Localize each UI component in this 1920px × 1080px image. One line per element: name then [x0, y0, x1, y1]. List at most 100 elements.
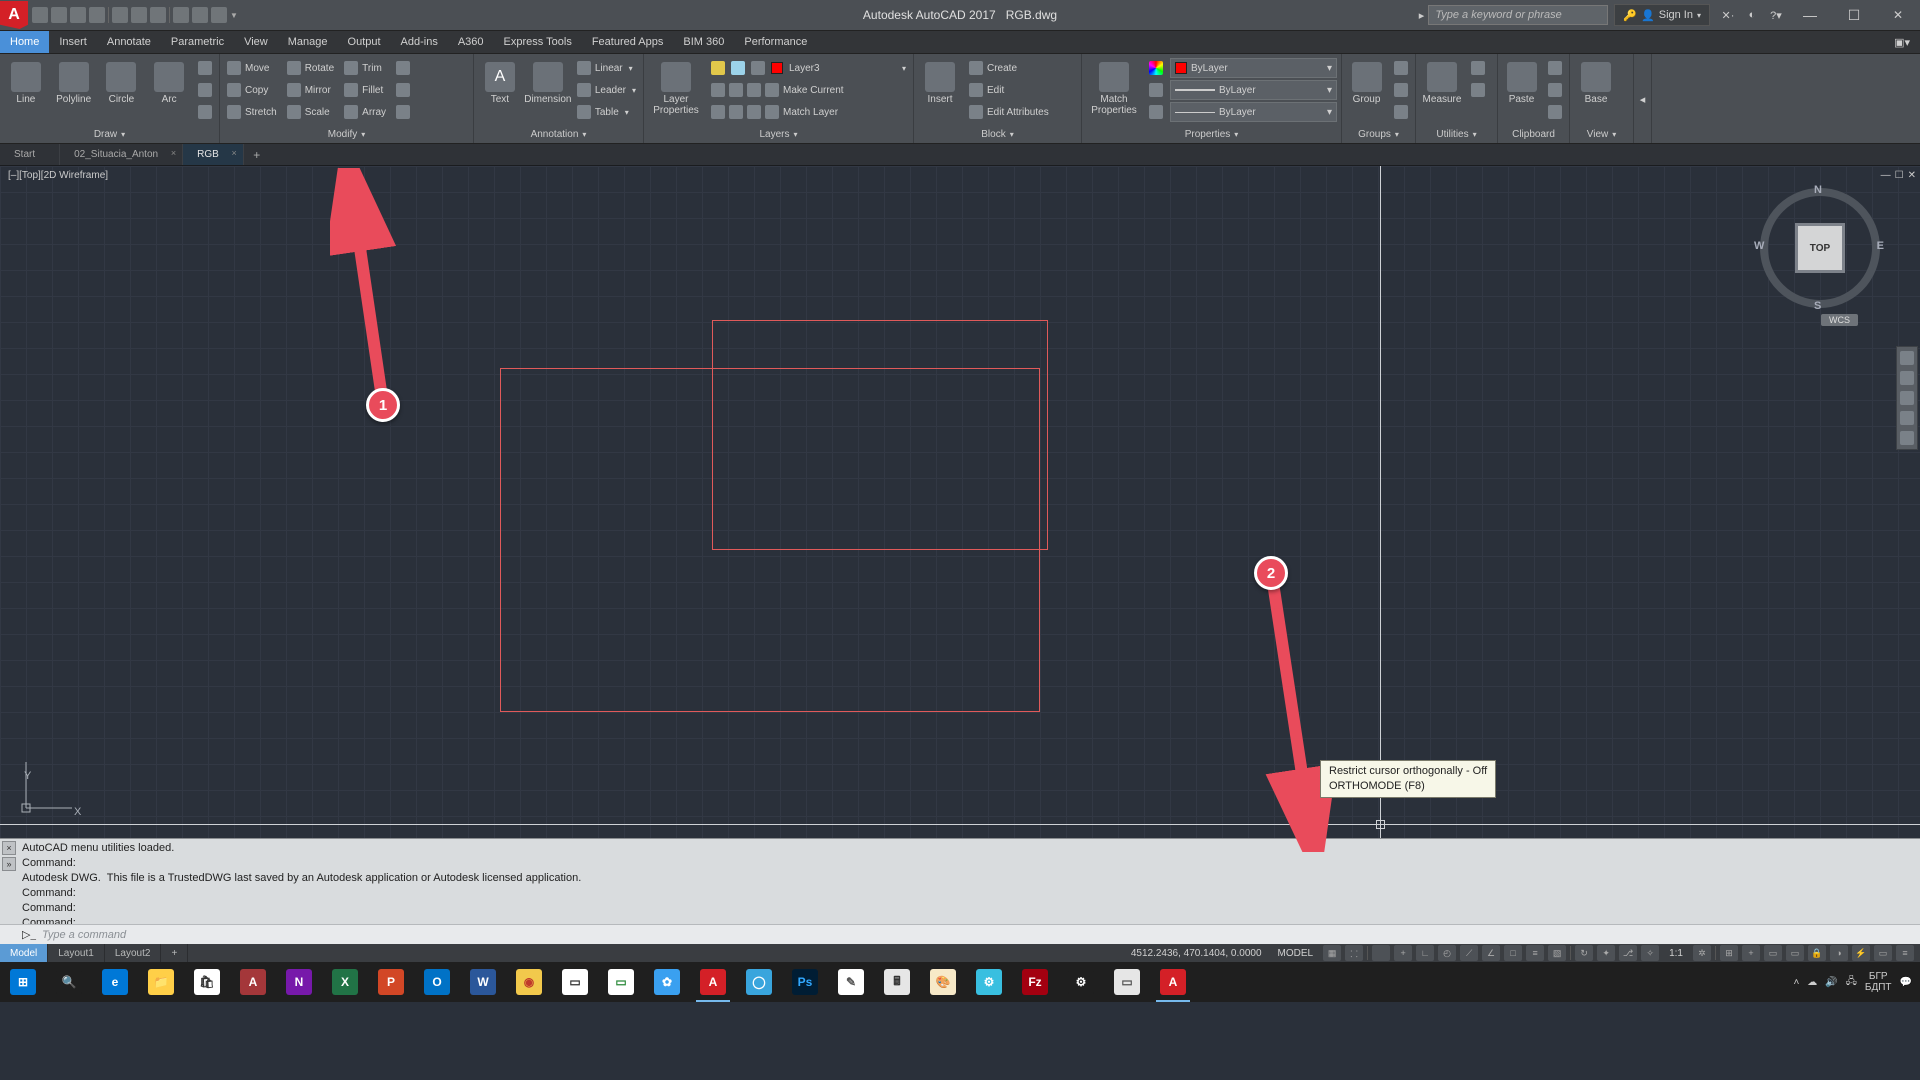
measure-button[interactable]: Measure: [1420, 58, 1464, 105]
menu-tab-manage[interactable]: Manage: [278, 31, 338, 53]
transparency-icon[interactable]: ▧: [1548, 945, 1566, 961]
workspace-icon[interactable]: ⊞: [1720, 945, 1738, 961]
taskbar-app-17[interactable]: Ps: [782, 962, 828, 1002]
make-current-button[interactable]: Make Current: [708, 80, 909, 100]
tray-up-icon[interactable]: ˄: [1793, 977, 1799, 988]
cmd-rss-icon[interactable]: »: [2, 857, 16, 871]
taskbar-app-20[interactable]: 🎨: [920, 962, 966, 1002]
taskbar-app-22[interactable]: Fz: [1012, 962, 1058, 1002]
qat-plot-icon[interactable]: [112, 7, 128, 23]
lineweight-toggle-icon[interactable]: ≡: [1526, 945, 1544, 961]
util-small2-icon[interactable]: [1471, 83, 1485, 97]
erase-button[interactable]: [393, 58, 413, 78]
group-small3-icon[interactable]: [1394, 105, 1408, 119]
nav-orbit-icon[interactable]: [1900, 411, 1914, 425]
vp-close-icon[interactable]: ✕: [1908, 170, 1916, 181]
nav-zoom-icon[interactable]: [1900, 391, 1914, 405]
tray-notifications-icon[interactable]: 💬: [1900, 977, 1912, 988]
minimize-button[interactable]: —: [1788, 1, 1832, 29]
create-button[interactable]: Create: [966, 58, 1052, 78]
anno-vis-icon[interactable]: ✲: [1693, 945, 1711, 961]
menu-tab-annotate[interactable]: Annotate: [97, 31, 161, 53]
units-icon[interactable]: ▭: [1764, 945, 1782, 961]
taskbar-app-16[interactable]: ◯: [736, 962, 782, 1002]
osnap-tracking-icon[interactable]: ∠: [1482, 945, 1500, 961]
rotate-button[interactable]: Rotate: [284, 58, 337, 78]
coordinate-readout[interactable]: 4512.2436, 470.1404, 0.0000: [1125, 948, 1268, 959]
style-icon-button[interactable]: [1146, 58, 1166, 78]
viewcube-south[interactable]: S: [1814, 300, 1821, 312]
qat-open-icon[interactable]: [51, 7, 67, 23]
layout-tab-layout1[interactable]: Layout1: [48, 944, 105, 962]
layout-tab-layout2[interactable]: Layout2: [105, 944, 162, 962]
dimension-button[interactable]: Dimension: [526, 58, 570, 105]
taskbar-app-12[interactable]: ▭: [552, 962, 598, 1002]
vp-maximize-icon[interactable]: ☐: [1895, 170, 1904, 181]
cut-icon[interactable]: [1548, 61, 1562, 75]
paste-button[interactable]: Paste: [1502, 58, 1541, 105]
lt-icon-button[interactable]: [1146, 102, 1166, 122]
exchange-icon[interactable]: ✕·: [1719, 6, 1737, 24]
match-properties-button[interactable]: Match Properties: [1086, 58, 1142, 116]
insert-button[interactable]: Insert: [918, 58, 962, 105]
fillet-button[interactable]: Fillet: [341, 80, 389, 100]
wcs-label[interactable]: WCS: [1821, 314, 1858, 326]
array-button[interactable]: Array: [341, 102, 389, 122]
menu-tab-featured-apps[interactable]: Featured Apps: [582, 31, 674, 53]
osnap-icon[interactable]: □: [1504, 945, 1522, 961]
hardware-accel-icon[interactable]: ⚡: [1852, 945, 1870, 961]
taskbar-app-9[interactable]: O: [414, 962, 460, 1002]
taskbar-app-25[interactable]: A: [1150, 962, 1196, 1002]
taskbar-app-15[interactable]: A: [690, 962, 736, 1002]
viewcube-north[interactable]: N: [1814, 184, 1822, 196]
util-small1-icon[interactable]: [1471, 61, 1485, 75]
qat-new-icon[interactable]: [32, 7, 48, 23]
taskbar-app-2[interactable]: e: [92, 962, 138, 1002]
group-small1-icon[interactable]: [1394, 61, 1408, 75]
layer-properties-button[interactable]: Layer Properties: [648, 58, 704, 116]
draw-extra3[interactable]: [195, 102, 215, 122]
move-button[interactable]: Move: [224, 58, 280, 78]
lineweight-combo[interactable]: ByLayer▾: [1170, 80, 1337, 100]
menu-tab-output[interactable]: Output: [338, 31, 391, 53]
taskbar-app-19[interactable]: 🖩: [874, 962, 920, 1002]
qat-more-icon[interactable]: [211, 7, 227, 23]
taskbar-app-21[interactable]: ⚙: [966, 962, 1012, 1002]
taskbar-app-11[interactable]: ◉: [506, 962, 552, 1002]
viewport-label[interactable]: [–][Top][2D Wireframe]: [8, 170, 108, 181]
draw-extra2[interactable]: [195, 80, 215, 100]
view-cube[interactable]: TOP N S E W: [1760, 188, 1880, 308]
customize-status-icon[interactable]: ≡: [1896, 945, 1914, 961]
qat-undo-icon[interactable]: [131, 7, 147, 23]
taskbar-app-23[interactable]: ⚙: [1058, 962, 1104, 1002]
new-file-tab-button[interactable]: +: [244, 144, 270, 165]
linear-button[interactable]: Linear▾: [574, 58, 639, 78]
command-history[interactable]: AutoCAD menu utilities loaded. Command: …: [0, 839, 1920, 924]
ucs-status-icon[interactable]: ⎇: [1619, 945, 1637, 961]
taskbar-app-13[interactable]: ▭: [598, 962, 644, 1002]
taskbar-app-3[interactable]: 📁: [138, 962, 184, 1002]
taskbar-app-10[interactable]: W: [460, 962, 506, 1002]
chevron-right-icon[interactable]: ▸: [1419, 9, 1425, 22]
viewcube-east[interactable]: E: [1877, 240, 1884, 252]
menu-tab-parametric[interactable]: Parametric: [161, 31, 234, 53]
taskbar-app-0[interactable]: ⊞: [0, 962, 46, 1002]
command-input[interactable]: ▷_ Type a command: [0, 924, 1920, 944]
mirror-button[interactable]: Mirror: [284, 80, 337, 100]
taskbar-app-4[interactable]: 🛍: [184, 962, 230, 1002]
anno-monitor-icon[interactable]: +: [1742, 945, 1760, 961]
menu-tab-a360[interactable]: A360: [448, 31, 494, 53]
snap-icon[interactable]: ⸬: [1345, 945, 1363, 961]
qat-redo-icon[interactable]: [150, 7, 166, 23]
help-icon[interactable]: ?▾: [1767, 6, 1785, 24]
menu-tab-add-ins[interactable]: Add-ins: [391, 31, 448, 53]
leader-button[interactable]: Leader▾: [574, 80, 639, 100]
grid-icon[interactable]: ▦: [1323, 945, 1341, 961]
offset-button[interactable]: [393, 102, 413, 122]
viewcube-face-top[interactable]: TOP: [1798, 226, 1842, 270]
tab-close-icon[interactable]: ×: [171, 148, 176, 158]
menu-tab-view[interactable]: View: [234, 31, 278, 53]
ribbon-state-button[interactable]: ▣▾: [1884, 31, 1920, 53]
menu-tab-home[interactable]: Home: [0, 31, 49, 53]
scale-button[interactable]: Scale: [284, 102, 337, 122]
